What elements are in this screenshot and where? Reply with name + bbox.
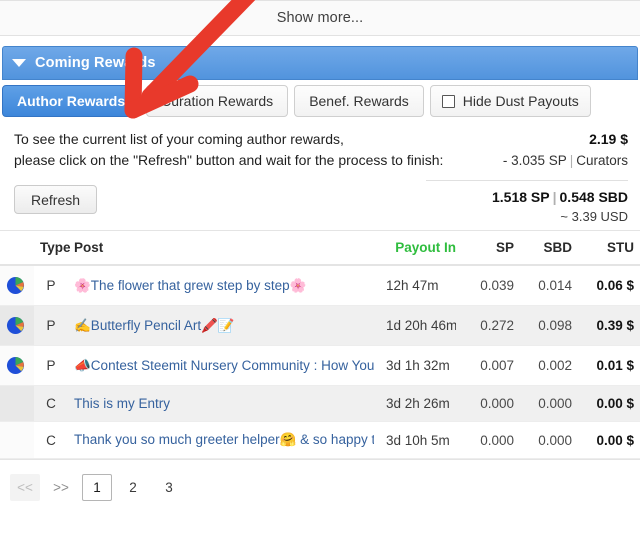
pie-chart-icon[interactable]: [0, 305, 34, 346]
summary-separator-2: |: [552, 189, 557, 205]
row-payout: 3d 10h 5m: [380, 421, 462, 459]
post-title-link[interactable]: Thank you so much greeter helper🤗 & so h…: [74, 432, 374, 448]
rewards-summary: 2.19 $ - 3.035 SP | Curators 1.518 SP | 0.54…: [396, 129, 628, 226]
coming-rewards-title: Coming Rewards: [35, 55, 156, 71]
pie-chart-icon[interactable]: [0, 345, 34, 386]
row-sbd: 0.002: [520, 345, 578, 386]
summary-sp-value: 1.518 SP: [491, 189, 550, 205]
summary-sp-delta-row: - 3.035 SP | Curators: [396, 150, 628, 171]
post-title-link[interactable]: ✍️Butterfly Pencil Art🖍️📝: [74, 318, 374, 334]
pagination: << >> 1 2 3: [0, 459, 640, 514]
th-post[interactable]: Post: [68, 230, 380, 266]
pie-chart-icon[interactable]: [0, 265, 34, 306]
table-row[interactable]: P 🌸The flower that grew step by step🌸 12…: [0, 265, 640, 306]
hide-dust-payouts-label: Hide Dust Payouts: [462, 93, 579, 109]
th-sp[interactable]: SP: [462, 230, 520, 266]
rewards-tabs: Author Rewards Curation Rewards Benef. R…: [0, 80, 640, 117]
table-row[interactable]: P 📣Contest Steemit Nursery Community : H…: [0, 345, 640, 386]
post-title-link[interactable]: 🌸The flower that grew step by step🌸: [74, 278, 374, 294]
coming-rewards-header[interactable]: Coming Rewards: [2, 46, 638, 80]
th-stu[interactable]: STU: [578, 230, 640, 266]
th-payout-in[interactable]: Payout In: [380, 230, 462, 266]
row-type: P: [34, 265, 68, 306]
checkbox-icon[interactable]: [441, 94, 455, 108]
row-post[interactable]: This is my Entry: [68, 385, 380, 422]
tab-curation-rewards-label: Curation Rewards: [161, 93, 274, 109]
row-sp: 0.007: [462, 345, 520, 386]
row-stu: 0.01 $: [578, 345, 640, 386]
tab-author-rewards[interactable]: Author Rewards: [2, 85, 141, 117]
summary-total: 2.19 $: [589, 131, 628, 147]
row-stu: 0.39 $: [578, 305, 640, 346]
summary-divider: [426, 180, 628, 181]
show-more-bar[interactable]: Show more...: [0, 0, 640, 36]
row-payout-value: 3d 2h 26m: [386, 396, 450, 411]
summary-sp-delta: - 3.035 SP: [502, 153, 567, 168]
refresh-button[interactable]: Refresh: [14, 185, 98, 214]
rewards-table: Type Post Payout In SP SBD STU P 🌸The fl…: [0, 230, 640, 459]
row-stu: 0.00 $: [578, 421, 640, 459]
summary-sp-sbd-row: 1.518 SP | 0.548 SBD: [396, 188, 628, 207]
caret-down-icon[interactable]: [12, 59, 26, 67]
row-type: P: [34, 345, 68, 386]
summary-sbd-value: 0.548 SBD: [559, 189, 628, 205]
row-icon-empty: [0, 385, 34, 422]
row-payout: 3d 1h 32m: [380, 345, 462, 386]
row-sp: 0.000: [462, 421, 520, 459]
row-post[interactable]: Thank you so much greeter helper🤗 & so h…: [68, 421, 380, 459]
summary-separator: |: [569, 153, 574, 168]
tab-benef-rewards[interactable]: Benef. Rewards: [294, 85, 424, 117]
table-row[interactable]: C This is my Entry 3d 2h 26m 0.000 0.000…: [0, 385, 640, 422]
table-header-row: Type Post Payout In SP SBD STU: [0, 230, 640, 266]
tab-benef-rewards-label: Benef. Rewards: [309, 93, 409, 109]
table-row[interactable]: C Thank you so much greeter helper🤗 & so…: [0, 421, 640, 459]
row-payout: 12h 47m: [380, 265, 462, 306]
pagination-next[interactable]: >>: [46, 474, 76, 501]
rewards-panel-screen: Show more... Coming Rewards Author Rewar…: [0, 0, 640, 545]
summary-curators-label: Curators: [576, 153, 628, 168]
row-type: P: [34, 305, 68, 346]
post-title-link[interactable]: This is my Entry: [74, 396, 374, 411]
row-payout-value: 3d 10h 5m: [386, 432, 450, 448]
row-post[interactable]: 📣Contest Steemit Nursery Community : How…: [68, 345, 380, 386]
rewards-table-body: P 🌸The flower that grew step by step🌸 12…: [0, 265, 640, 459]
row-stu: 0.06 $: [578, 265, 640, 306]
tab-author-rewards-label: Author Rewards: [17, 93, 126, 109]
pagination-first[interactable]: <<: [10, 473, 40, 501]
th-type[interactable]: Type: [34, 230, 71, 266]
row-sbd: 0.098: [520, 305, 578, 346]
post-title-link[interactable]: 📣Contest Steemit Nursery Community : How…: [74, 358, 374, 374]
row-post[interactable]: 🌸The flower that grew step by step🌸: [68, 265, 380, 306]
row-icon-empty: [0, 421, 34, 459]
info-block: To see the current list of your coming a…: [0, 117, 640, 230]
row-sp: 0.272: [462, 305, 520, 346]
pagination-page-3[interactable]: 3: [154, 474, 184, 501]
spacer: [0, 36, 640, 46]
show-more-label[interactable]: Show more...: [277, 10, 364, 26]
pagination-page-2[interactable]: 2: [118, 474, 148, 501]
refresh-button-label: Refresh: [31, 191, 81, 208]
row-stu: 0.00 $: [578, 385, 640, 422]
row-type: C: [34, 421, 68, 459]
hide-dust-payouts-toggle[interactable]: Hide Dust Payouts: [429, 85, 591, 117]
row-type: C: [34, 385, 68, 422]
th-icon: [0, 230, 34, 266]
row-sp: 0.039: [462, 265, 520, 306]
row-payout-value: 3d 1h 32m: [386, 358, 450, 373]
row-payout: 3d 2h 26m: [380, 385, 462, 422]
row-sbd: 0.014: [520, 265, 578, 306]
tab-curation-rewards[interactable]: Curation Rewards: [146, 85, 289, 117]
rewards-table-head: Type Post Payout In SP SBD STU: [0, 230, 640, 266]
row-post[interactable]: ✍️Butterfly Pencil Art🖍️📝: [68, 305, 380, 346]
row-sbd: 0.000: [520, 385, 578, 422]
th-sbd[interactable]: SBD: [520, 230, 578, 266]
row-payout-value: 12h 47m: [386, 278, 439, 293]
summary-usd-value: ~ 3.39 USD: [560, 209, 628, 224]
row-payout: 1d 20h 46m: [380, 305, 462, 346]
pagination-page-1[interactable]: 1: [82, 473, 112, 501]
row-payout-value: 1d 20h 46m: [386, 318, 456, 333]
row-sp: 0.000: [462, 385, 520, 422]
row-sbd: 0.000: [520, 421, 578, 459]
table-row[interactable]: P ✍️Butterfly Pencil Art🖍️📝 1d 20h 46m 0…: [0, 305, 640, 346]
